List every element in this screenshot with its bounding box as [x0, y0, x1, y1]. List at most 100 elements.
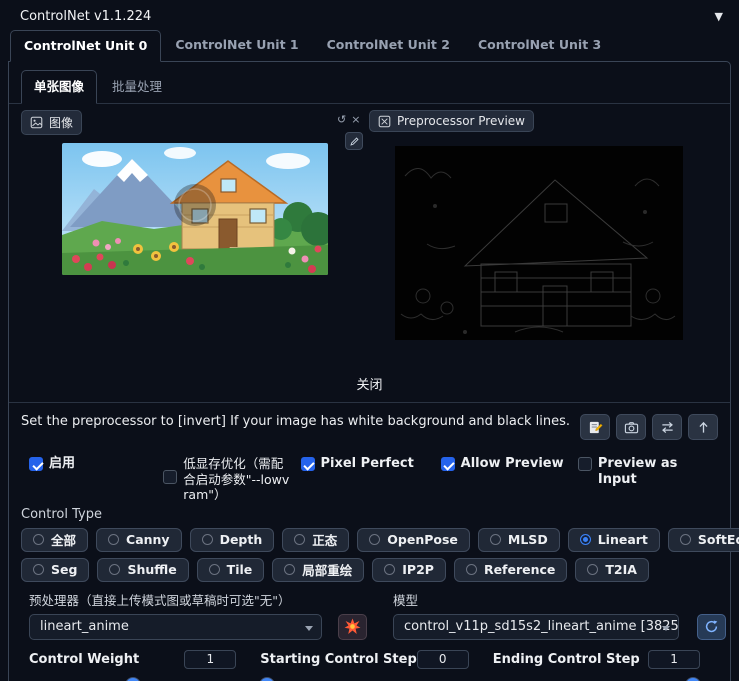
media-row: 图像 ↺ × Preprocessor Preview	[21, 104, 718, 342]
invert-hint-text: Set the preprocessor to [invert] If your…	[21, 414, 571, 429]
radio-icon	[201, 534, 213, 546]
control-type-mlsd[interactable]: MLSD	[477, 527, 560, 552]
starting-step-input[interactable]: 0	[416, 649, 469, 669]
preprocessor-preview-label: Preprocessor Preview	[397, 114, 525, 128]
model-label: 模型	[393, 592, 419, 608]
preview-as-input-label: Preview as Input	[597, 456, 678, 487]
control-type-t2ia[interactable]: T2IA	[575, 557, 649, 582]
camera-icon	[624, 421, 638, 433]
radio-icon	[109, 564, 121, 576]
image-mini-toolbar: ↺ ×	[337, 114, 360, 125]
control-type-row-2: Seg Shuffle Tile 局部重绘 IP2P Reference T2I…	[21, 557, 718, 582]
control-weight-slider: Control Weight 1	[29, 649, 237, 681]
control-type-label: Control Type	[21, 506, 102, 522]
image-label: 图像	[49, 116, 74, 130]
tab-controlnet-unit-1[interactable]: ControlNet Unit 1	[161, 29, 312, 61]
checkbox-checked-icon	[440, 457, 455, 471]
control-type-inpaint[interactable]: 局部重绘	[272, 557, 365, 582]
control-type-lineart[interactable]: Lineart	[567, 527, 660, 552]
pixel-perfect-label: Pixel Perfect	[320, 456, 414, 471]
control-type-all[interactable]: 全部	[21, 527, 89, 552]
radio-icon	[33, 534, 44, 546]
radio-icon	[208, 564, 220, 576]
tab-batch[interactable]: 批量处理	[99, 70, 175, 103]
close-preview-button[interactable]: 关闭	[356, 378, 382, 393]
tab-controlnet-unit-2[interactable]: ControlNet Unit 2	[313, 29, 464, 61]
control-type-openpose[interactable]: OpenPose	[357, 527, 470, 552]
control-type-canny[interactable]: Canny	[96, 527, 182, 552]
control-type-reference[interactable]: Reference	[453, 557, 568, 582]
control-type-softedge[interactable]: SoftEdge	[667, 527, 739, 552]
webcam-button[interactable]	[616, 414, 646, 440]
lowvram-checkbox[interactable]: 低显存优化（需配合启动参数"--lowvram"）	[163, 456, 300, 503]
unit-panel: 单张图像 批量处理 图像 ↺ × Preprocessor Preview 关闭…	[8, 61, 739, 681]
image-icon	[30, 116, 43, 129]
pencil-icon	[349, 136, 359, 146]
refresh-models-button[interactable]	[697, 613, 726, 640]
preprocessor-dropdown[interactable]: lineart_anime	[29, 613, 322, 640]
allow-preview-label: Allow Preview	[460, 456, 564, 471]
options-row: 启用 低显存优化（需配合启动参数"--lowvram"） Pixel Perfe…	[29, 456, 718, 503]
slider-row: Control Weight 1 Starting Control Step 0	[29, 649, 718, 681]
pixel-perfect-checkbox[interactable]: Pixel Perfect	[300, 456, 441, 503]
canvas-toolbar	[580, 412, 718, 440]
starting-step-track[interactable]	[260, 677, 468, 681]
allow-preview-checkbox[interactable]: Allow Preview	[440, 456, 578, 503]
ending-step-input[interactable]: 1	[648, 649, 701, 669]
preview-as-input-checkbox[interactable]: Preview as Input	[577, 456, 718, 503]
control-weight-input[interactable]: 1	[184, 649, 237, 669]
lowvram-label: 低显存优化（需配合启动参数"--lowvram"）	[183, 456, 290, 503]
edit-note-icon	[589, 421, 603, 433]
input-image-column: 图像 ↺ ×	[21, 110, 369, 342]
edit-image-button[interactable]	[345, 132, 363, 150]
radio-selected-icon	[579, 534, 591, 546]
mirror-webcam-button[interactable]	[652, 414, 682, 440]
chevron-down-icon[interactable]: ▼	[715, 10, 723, 23]
checkbox-checked-icon	[300, 457, 315, 471]
image-label-chip: 图像	[21, 110, 83, 135]
swap-arrows-icon	[661, 421, 673, 433]
ending-step-label: Ending Control Step	[492, 651, 640, 667]
open-new-canvas-button[interactable]	[580, 414, 610, 440]
control-type-row-1: 全部 Canny Depth 正态 OpenPose MLSD Lineart …	[21, 527, 739, 552]
checkbox-checked-icon	[29, 457, 43, 471]
model-dropdown[interactable]: control_v11p_sd15s2_lineart_anime [3825e…	[393, 613, 679, 640]
undo-icon[interactable]: ↺	[337, 114, 346, 125]
clear-image-icon[interactable]: ×	[351, 114, 360, 125]
control-type-normal[interactable]: 正态	[282, 527, 350, 552]
panel-title: ControlNet v1.1.224	[20, 9, 152, 24]
preprocessor-preview-chip: Preprocessor Preview	[369, 110, 534, 132]
radio-icon	[587, 564, 599, 576]
enable-checkbox[interactable]: 启用	[29, 456, 163, 503]
run-preprocessor-button[interactable]	[338, 613, 367, 640]
tab-controlnet-unit-3[interactable]: ControlNet Unit 3	[464, 29, 615, 61]
preview-image-icon	[378, 115, 391, 127]
control-type-tile[interactable]: Tile	[196, 557, 265, 582]
preprocessor-label: 预处理器（直接上传模式图或草稿时可选"无"）	[29, 592, 291, 608]
preprocessor-column: 预处理器（直接上传模式图或草稿时可选"无"） lineart_anime	[29, 590, 367, 640]
control-type-seg[interactable]: Seg	[21, 557, 90, 582]
model-value: control_v11p_sd15s2_lineart_anime [3825e…	[404, 619, 679, 635]
preprocessor-value: lineart_anime	[40, 619, 129, 635]
send-dimensions-button[interactable]	[688, 414, 718, 440]
control-type-ip2p[interactable]: IP2P	[372, 557, 446, 582]
preprocessor-preview-image[interactable]	[395, 146, 683, 340]
checkbox-unchecked-icon	[577, 457, 592, 471]
model-column: 模型 control_v11p_sd15s2_lineart_anime [38…	[393, 590, 726, 640]
input-image[interactable]	[62, 143, 328, 275]
ending-step-track[interactable]	[493, 677, 701, 681]
radio-icon	[33, 564, 44, 576]
radio-icon	[108, 534, 120, 546]
control-type-shuffle[interactable]: Shuffle	[97, 557, 189, 582]
accordion-header[interactable]: ControlNet v1.1.224 ▼	[0, 0, 739, 29]
tab-single-image[interactable]: 单张图像	[21, 70, 98, 104]
control-type-depth[interactable]: Depth	[189, 527, 275, 552]
control-weight-label: Control Weight	[29, 651, 140, 667]
tab-controlnet-unit-0[interactable]: ControlNet Unit 0	[10, 30, 162, 62]
starting-control-step-slider: Starting Control Step 0	[260, 649, 469, 681]
ending-control-step-slider: Ending Control Step 1	[492, 649, 701, 681]
control-weight-track[interactable]	[29, 677, 236, 681]
close-row: 关闭	[9, 342, 730, 403]
controlnet-extension-panel: ControlNet v1.1.224 ▼ ControlNet Unit 0 …	[0, 0, 739, 681]
explosion-icon	[344, 618, 361, 635]
